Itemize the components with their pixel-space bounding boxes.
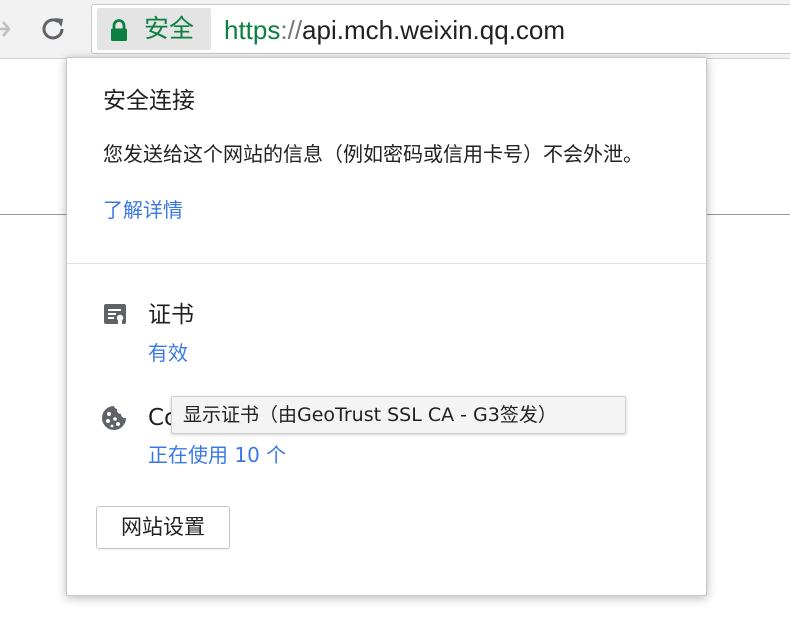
cookie-icon: [102, 406, 126, 430]
security-chip-label: 安全: [144, 14, 195, 43]
forward-arrow-icon[interactable]: [0, 17, 12, 41]
url-separator: ://: [280, 15, 303, 45]
certificate-icon: [104, 304, 126, 326]
certificate-tooltip: 显示证书（由GeoTrust SSL CA - G3签发）: [171, 396, 626, 434]
url-text[interactable]: https://api.mch.weixin.qq.com: [224, 14, 565, 46]
site-info-popup: 安全连接 您发送给这个网站的信息（例如密码或信用卡号）不会外泄。 了解详情 证书…: [66, 57, 707, 596]
page-divider-left: [0, 214, 66, 215]
learn-more-link[interactable]: 了解详情: [103, 196, 183, 224]
security-chip[interactable]: 安全: [97, 8, 211, 50]
popup-divider: [67, 263, 706, 264]
certificate-label: 证书: [148, 302, 194, 328]
browser-window: 安全 https://api.mch.weixin.qq.com 安全连接 您发…: [0, 0, 790, 638]
url-scheme: https: [224, 15, 281, 45]
cookies-status-link[interactable]: 正在使用 10 个: [148, 441, 286, 469]
address-bar[interactable]: 安全 https://api.mch.weixin.qq.com: [91, 4, 790, 54]
url-host: api.mch.weixin.qq.com: [302, 15, 566, 45]
connection-title: 安全连接: [103, 88, 195, 114]
site-settings-button[interactable]: 网站设置: [96, 506, 230, 549]
browser-toolbar: 安全 https://api.mch.weixin.qq.com: [0, 0, 790, 59]
certificate-status-link[interactable]: 有效: [148, 339, 188, 367]
page-divider-right: [706, 214, 790, 215]
reload-icon[interactable]: [38, 14, 68, 44]
lock-icon: [111, 19, 127, 41]
connection-description: 您发送给这个网站的信息（例如密码或信用卡号）不会外泄。: [103, 142, 643, 166]
